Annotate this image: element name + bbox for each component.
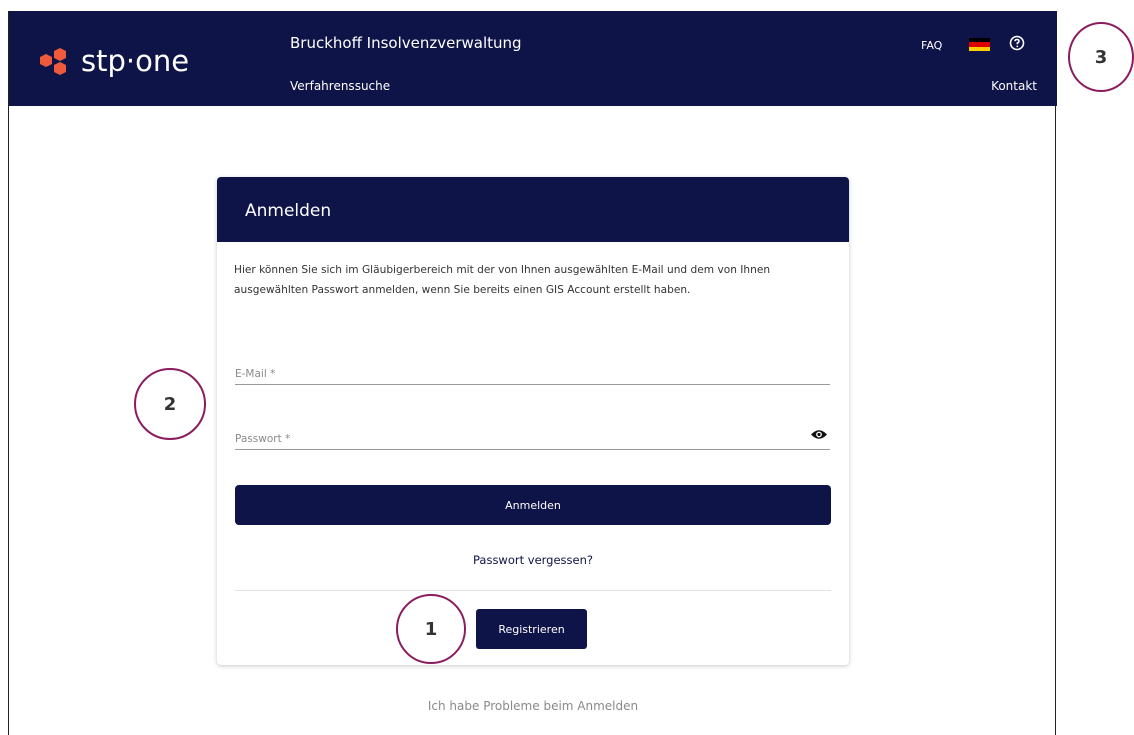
register-button[interactable]: Registrieren bbox=[476, 609, 587, 649]
login-card-title: Anmelden bbox=[217, 177, 849, 242]
email-field-container bbox=[235, 357, 830, 385]
organization-title: Bruckhoff Insolvenzverwaltung bbox=[290, 34, 522, 52]
faq-link[interactable]: FAQ bbox=[921, 39, 942, 52]
password-input[interactable] bbox=[235, 433, 795, 445]
card-divider bbox=[235, 590, 831, 591]
forgot-password-link[interactable]: Passwort vergessen? bbox=[217, 553, 849, 567]
top-navigation-bar: stp·one Bruckhoff Insolvenzverwaltung Ve… bbox=[9, 11, 1057, 106]
eye-icon[interactable] bbox=[810, 428, 828, 441]
login-problems-link[interactable]: Ich habe Probleme beim Anmelden bbox=[217, 699, 849, 713]
callout-marker-2: 2 bbox=[134, 368, 206, 440]
stp-one-logo[interactable]: stp·one bbox=[37, 41, 189, 81]
logo-mark-icon bbox=[40, 48, 66, 75]
nav-link-verfahrenssuche[interactable]: Verfahrenssuche bbox=[290, 79, 390, 93]
logo-text: stp·one bbox=[81, 43, 190, 78]
callout-marker-1: 1 bbox=[396, 594, 466, 664]
password-field-container bbox=[235, 422, 830, 450]
german-flag-icon[interactable] bbox=[969, 38, 990, 51]
email-input[interactable] bbox=[235, 368, 795, 380]
login-card: Anmelden Hier können Sie sich im Gläubig… bbox=[217, 177, 849, 665]
login-submit-button[interactable]: Anmelden bbox=[235, 485, 831, 525]
help-circle-icon[interactable] bbox=[1009, 35, 1025, 51]
login-intro-text: Hier können Sie sich im Gläubigerbereich… bbox=[234, 264, 771, 296]
contact-link[interactable]: Kontakt bbox=[991, 79, 1037, 93]
callout-marker-3: 3 bbox=[1068, 22, 1134, 92]
